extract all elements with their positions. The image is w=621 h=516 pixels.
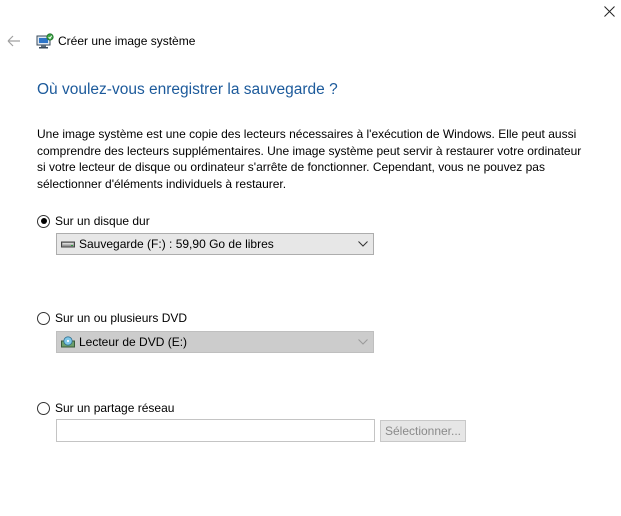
radio-button-checked[interactable]	[37, 214, 50, 228]
radio-button-unchecked[interactable]	[37, 401, 50, 415]
radio-dvd-label: Sur un ou plusieurs DVD	[55, 311, 188, 325]
select-button[interactable]: Sélectionner...	[380, 420, 466, 442]
description-text: Une image système est une copie des lect…	[37, 127, 582, 191]
radio-button-unchecked[interactable]	[37, 311, 50, 325]
hard-disk-dropdown[interactable]: Sauvegarde (F:) : 59,90 Go de libres	[56, 233, 374, 255]
page-title: Où voulez-vous enregistrer la sauvegarde…	[37, 81, 338, 98]
radio-dvd[interactable]: Sur un ou plusieurs DVD	[37, 311, 187, 325]
network-path-input[interactable]	[56, 419, 375, 442]
close-icon	[604, 6, 615, 17]
window-title: Créer une image système	[58, 34, 196, 48]
dvd-dropdown-value: Lecteur de DVD (E:)	[79, 335, 188, 349]
hard-drive-icon	[61, 241, 75, 248]
close-button[interactable]	[598, 0, 621, 22]
chevron-down-icon	[358, 241, 368, 247]
radio-network-share[interactable]: Sur un partage réseau	[37, 401, 174, 415]
hard-disk-dropdown-value: Sauvegarde (F:) : 59,90 Go de libres	[79, 237, 274, 251]
radio-network-share-label: Sur un partage réseau	[55, 401, 175, 415]
dvd-dropdown: Lecteur de DVD (E:)	[56, 331, 374, 353]
back-arrow-icon	[7, 35, 20, 47]
dvd-drive-icon	[61, 336, 75, 348]
radio-hard-disk[interactable]: Sur un disque dur	[37, 214, 150, 228]
system-image-backup-icon	[36, 32, 54, 50]
radio-hard-disk-label: Sur un disque dur	[55, 214, 150, 228]
chevron-down-icon	[358, 339, 368, 345]
back-button[interactable]	[5, 32, 23, 50]
